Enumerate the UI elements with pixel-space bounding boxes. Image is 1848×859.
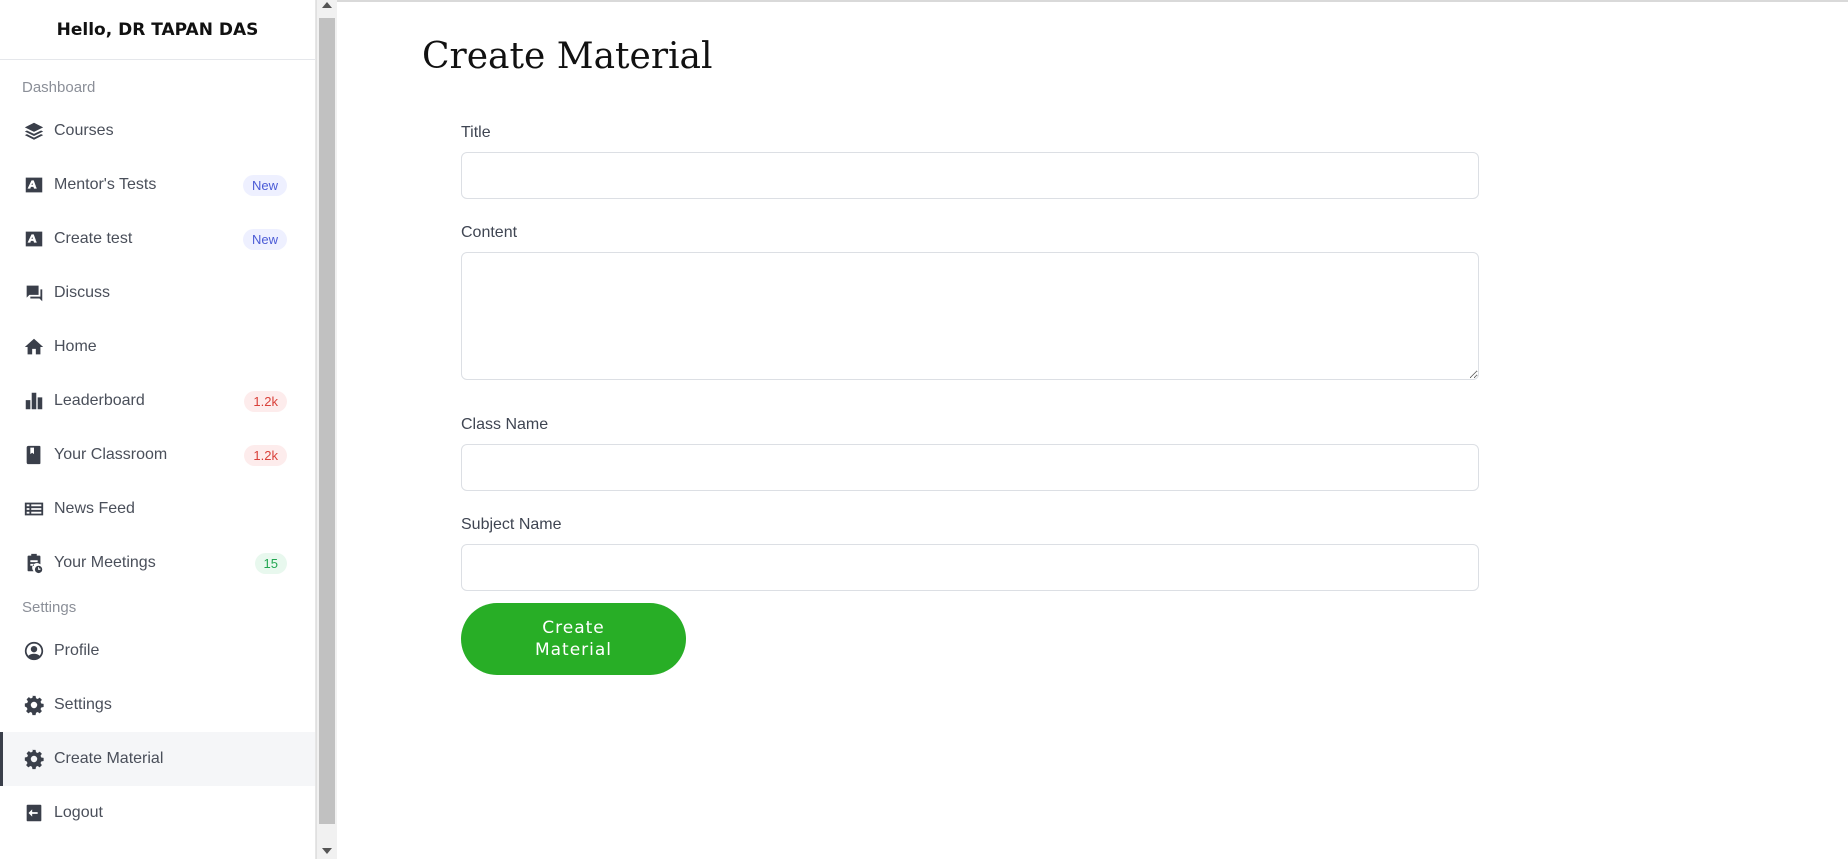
sidebar-item-create-material[interactable]: Create Material <box>0 732 315 786</box>
sidebar-item-label: Settings <box>54 696 112 713</box>
book-icon <box>22 443 46 467</box>
title-label: Title <box>461 124 491 141</box>
sidebar-item-create-test[interactable]: Create test New <box>0 212 315 266</box>
sidebar-item-courses[interactable]: Courses <box>0 104 315 158</box>
count-badge: 15 <box>254 552 287 574</box>
logout-icon <box>22 801 46 825</box>
sidebar-header: Hello, DR TAPAN DAS <box>0 0 315 60</box>
scroll-down-arrow-icon[interactable] <box>322 848 332 854</box>
scroll-up-arrow-icon[interactable] <box>322 2 332 8</box>
create-material-form: Title Content Class Name Subject Name <box>461 124 1479 616</box>
sidebar-item-your-meetings[interactable]: Your Meetings 15 <box>0 536 315 590</box>
gear-icon <box>22 693 46 717</box>
subject-name-label: Subject Name <box>461 516 562 533</box>
sidebar-item-your-classroom[interactable]: Your Classroom 1.2k <box>0 428 315 482</box>
grade-icon <box>22 227 46 251</box>
new-badge: New <box>242 174 287 196</box>
sidebar-item-label: Create test <box>54 230 133 247</box>
gear-icon <box>22 747 46 771</box>
sidebar-item-label: Home <box>54 338 97 355</box>
scrollbar-thumb[interactable] <box>319 18 335 824</box>
count-badge: 1.2k <box>244 444 287 466</box>
sidebar-item-label: Courses <box>54 122 114 139</box>
news-icon <box>22 497 46 521</box>
class-name-label: Class Name <box>461 416 549 433</box>
sidebar-item-home[interactable]: Home <box>0 320 315 374</box>
sidebar-item-label: Mentor's Tests <box>54 176 157 193</box>
sidebar-item-label: Create Material <box>54 750 164 767</box>
sidebar-item-label: News Feed <box>54 500 135 517</box>
sidebar-scrollbar[interactable] <box>316 0 337 859</box>
section-label-settings: Settings <box>22 598 77 616</box>
content-textarea[interactable] <box>461 252 1479 380</box>
sidebar-item-logout[interactable]: Logout <box>0 786 315 840</box>
sidebar-item-profile[interactable]: Profile <box>0 624 315 678</box>
sidebar-item-label: Logout <box>54 804 103 821</box>
sidebar: Hello, DR TAPAN DAS Dashboard Courses Me… <box>0 0 316 859</box>
clipboard-icon <box>22 551 46 575</box>
class-name-input[interactable] <box>461 444 1479 491</box>
title-field-group: Title <box>461 124 1479 199</box>
content-label: Content <box>461 224 518 241</box>
create-material-button[interactable]: Create Material <box>461 603 686 675</box>
user-greeting: Hello, DR TAPAN DAS <box>56 19 259 40</box>
sidebar-item-label: Your Meetings <box>54 554 156 571</box>
sidebar-item-leaderboard[interactable]: Leaderboard 1.2k <box>0 374 315 428</box>
count-badge: 1.2k <box>244 390 287 412</box>
title-input[interactable] <box>461 152 1479 199</box>
home-icon <box>22 335 46 359</box>
sidebar-item-label: Profile <box>54 642 100 659</box>
bar-chart-icon <box>22 389 46 413</box>
grade-icon <box>22 173 46 197</box>
main-content: Create Material Title Content Class Name… <box>337 0 1848 859</box>
sidebar-item-label: Your Classroom <box>54 446 168 463</box>
section-label-dashboard: Dashboard <box>22 78 96 96</box>
new-badge: New <box>242 228 287 250</box>
class-name-field-group: Class Name <box>461 416 1479 491</box>
content-field-group: Content <box>461 224 1479 380</box>
subject-name-field-group: Subject Name <box>461 516 1479 591</box>
subject-name-input[interactable] <box>461 544 1479 591</box>
sidebar-item-label: Leaderboard <box>54 392 145 409</box>
sidebar-item-settings[interactable]: Settings <box>0 678 315 732</box>
forum-icon <box>22 281 46 305</box>
sidebar-item-label: Discuss <box>54 284 111 301</box>
sidebar-item-mentors-tests[interactable]: Mentor's Tests New <box>0 158 315 212</box>
user-circle-icon <box>22 639 46 663</box>
sidebar-item-discuss[interactable]: Discuss <box>0 266 315 320</box>
sidebar-item-news-feed[interactable]: News Feed <box>0 482 315 536</box>
stack-icon <box>22 119 46 143</box>
page-title: Create Material <box>422 36 713 77</box>
